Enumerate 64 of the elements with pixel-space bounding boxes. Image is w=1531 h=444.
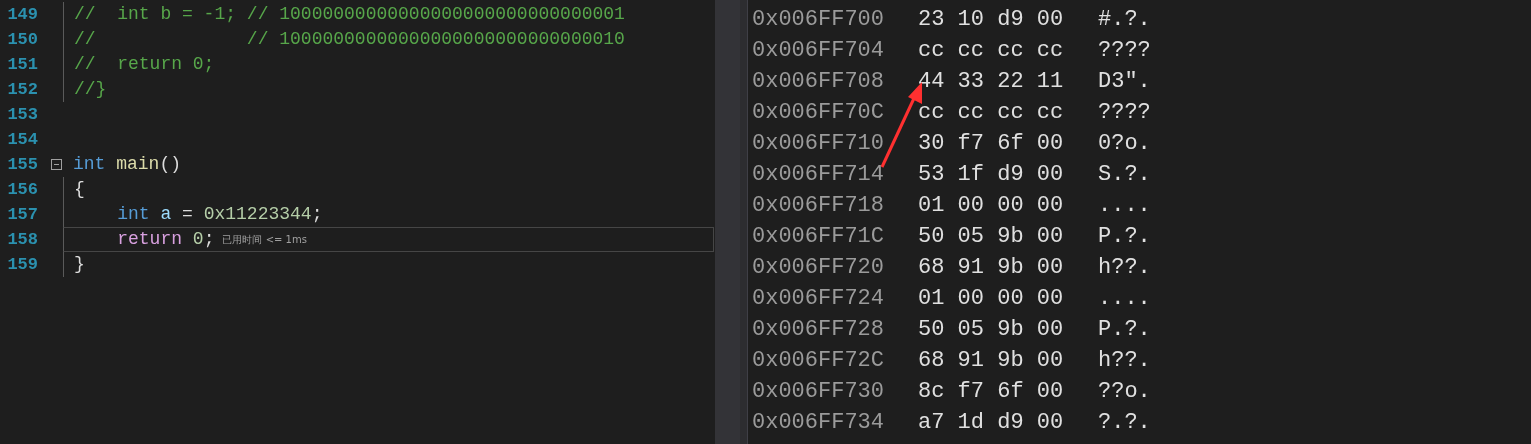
memory-address: 0x006FF714	[752, 161, 886, 189]
memory-bytes: 44 33 22 11	[918, 68, 1065, 96]
memory-ascii: ....	[1098, 285, 1151, 313]
memory-ascii: P.?.	[1098, 316, 1151, 344]
line-number: 156	[6, 178, 38, 201]
memory-ascii: P.?.	[1098, 223, 1151, 251]
memory-ascii: ....	[1098, 192, 1151, 220]
line-number: 152	[6, 78, 38, 101]
memory-address: 0x006FF718	[752, 192, 886, 220]
memory-bytes: cc cc cc cc	[918, 37, 1065, 65]
memory-ascii: ????	[1098, 99, 1151, 127]
memory-bytes: 68 91 9b 00	[918, 347, 1065, 375]
memory-ascii: h??.	[1098, 347, 1151, 375]
collapse-icon[interactable]	[51, 159, 62, 170]
line-number: 159	[6, 253, 38, 276]
line-number: 154	[6, 128, 38, 151]
code-line: return 0;	[116, 228, 215, 251]
memory-bytes: 50 05 9b 00	[918, 223, 1065, 251]
memory-ascii: h??.	[1098, 254, 1151, 282]
memory-bytes: 30 f7 6f 00	[918, 130, 1065, 158]
memory-bytes: 8c f7 6f 00	[918, 378, 1065, 406]
memory-address: 0x006FF724	[752, 285, 886, 313]
line-number: 150	[6, 28, 38, 51]
code-line: // int b = -1; // 10000000000000000000000000000001	[74, 3, 625, 26]
memory-address: 0x006FF710	[752, 130, 886, 158]
memory-bytes: 53 1f d9 00	[918, 161, 1065, 189]
memory-ascii: ?.?.	[1098, 409, 1151, 437]
memory-ascii: 0?o.	[1098, 130, 1151, 158]
memory-address: 0x006FF728	[752, 316, 886, 344]
line-number: 153	[6, 103, 38, 126]
code-line: }	[74, 253, 85, 276]
memory-bytes: 01 00 00 00	[918, 285, 1065, 313]
memory-bytes: a7 1d d9 00	[918, 409, 1065, 437]
memory-bytes: 01 00 00 00	[918, 192, 1065, 220]
memory-address: 0x006FF70C	[752, 99, 886, 127]
line-number: 149	[6, 3, 38, 26]
code-line: {	[74, 178, 85, 201]
memory-ascii: #.?.	[1098, 6, 1151, 34]
memory-address: 0x006FF704	[752, 37, 886, 65]
memory-address: 0x006FF71C	[752, 223, 886, 251]
code-line: // // 10000000000000000000000000000010	[74, 28, 625, 51]
line-number: 155	[6, 153, 38, 176]
code-line: int a = 0x11223344;	[116, 203, 323, 226]
memory-address: 0x006FF708	[752, 68, 886, 96]
memory-bytes: 68 91 9b 00	[918, 254, 1065, 282]
memory-address: 0x006FF72C	[752, 347, 886, 375]
memory-ascii: S.?.	[1098, 161, 1151, 189]
code-line: // return 0;	[74, 53, 215, 76]
elapsed-time-hint: 已用时间 <= 1ms	[222, 233, 307, 247]
line-number: 158	[6, 228, 38, 251]
code-line: //}	[74, 78, 107, 101]
memory-ascii: ????	[1098, 37, 1151, 65]
memory-bytes: cc cc cc cc	[918, 99, 1065, 127]
line-number: 151	[6, 53, 38, 76]
memory-address: 0x006FF700	[752, 6, 886, 34]
memory-ascii: ??o.	[1098, 378, 1151, 406]
memory-address: 0x006FF720	[752, 254, 886, 282]
memory-bytes: 23 10 d9 00	[918, 6, 1065, 34]
memory-bytes: 50 05 9b 00	[918, 316, 1065, 344]
memory-ascii: D3".	[1098, 68, 1151, 96]
line-number: 157	[6, 203, 38, 226]
code-line: int main()	[73, 153, 182, 176]
memory-address: 0x006FF730	[752, 378, 886, 406]
memory-address: 0x006FF734	[752, 409, 886, 437]
